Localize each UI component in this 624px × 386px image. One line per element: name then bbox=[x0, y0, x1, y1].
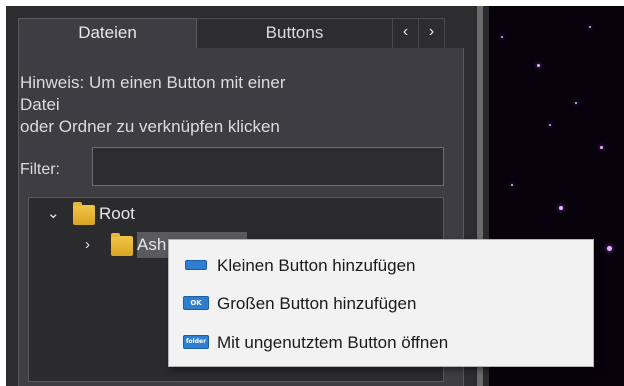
hint-line-1: Hinweis: Um einen Button mit einer bbox=[20, 73, 286, 92]
tab-files[interactable]: Dateien bbox=[18, 18, 197, 48]
tab-prev-button[interactable]: ‹ bbox=[393, 18, 419, 48]
small-button-icon bbox=[185, 260, 207, 270]
tree-node-root[interactable]: ⌄ Root bbox=[47, 202, 247, 226]
filter-label: Filter: bbox=[20, 161, 60, 178]
star-sparkle bbox=[607, 246, 612, 251]
unused-button-icon: folder bbox=[183, 335, 209, 349]
hint-text: Hinweis: Um einen Button mit einer Datei… bbox=[20, 72, 400, 138]
menu-item-label: Großen Button hinzufügen bbox=[217, 294, 417, 313]
menu-item-label: Mit ungenutztem Button öffnen bbox=[217, 333, 449, 352]
star-sparkle bbox=[549, 124, 551, 126]
tree-node-label: Root bbox=[99, 204, 135, 223]
menu-item-add-large-button[interactable]: OK Großen Button hinzufügen bbox=[169, 285, 593, 323]
tab-bar: Dateien Buttons ‹ › bbox=[6, 6, 474, 48]
star-sparkle bbox=[600, 146, 603, 149]
star-sparkle bbox=[589, 26, 591, 28]
context-menu: Kleinen Button hinzufügen OK Großen Butt… bbox=[168, 239, 594, 367]
menu-item-add-small-button[interactable]: Kleinen Button hinzufügen bbox=[169, 247, 593, 285]
star-sparkle bbox=[501, 36, 503, 38]
chevron-down-icon[interactable]: ⌄ bbox=[47, 202, 60, 226]
filter-input[interactable] bbox=[92, 147, 444, 186]
folder-icon bbox=[111, 233, 133, 256]
tab-next-button[interactable]: › bbox=[419, 18, 445, 48]
star-sparkle bbox=[511, 184, 513, 186]
large-button-icon: OK bbox=[183, 296, 209, 310]
chevron-left-icon: ‹ bbox=[402, 23, 409, 40]
star-sparkle bbox=[575, 102, 577, 104]
chevron-right-icon: › bbox=[428, 23, 435, 40]
menu-item-open-unused-button[interactable]: folder Mit ungenutztem Button öffnen bbox=[169, 324, 593, 362]
chevron-right-icon[interactable]: › bbox=[85, 233, 90, 257]
hint-line-3: oder Ordner zu verknüpfen klicken bbox=[20, 117, 280, 136]
hint-line-2: Datei bbox=[20, 95, 60, 114]
folder-icon bbox=[73, 202, 95, 225]
tree-node-label: Ash bbox=[137, 235, 167, 254]
tab-buttons[interactable]: Buttons bbox=[197, 18, 393, 48]
menu-item-label: Kleinen Button hinzufügen bbox=[217, 256, 416, 275]
star-sparkle bbox=[559, 206, 563, 210]
star-sparkle bbox=[537, 64, 540, 67]
